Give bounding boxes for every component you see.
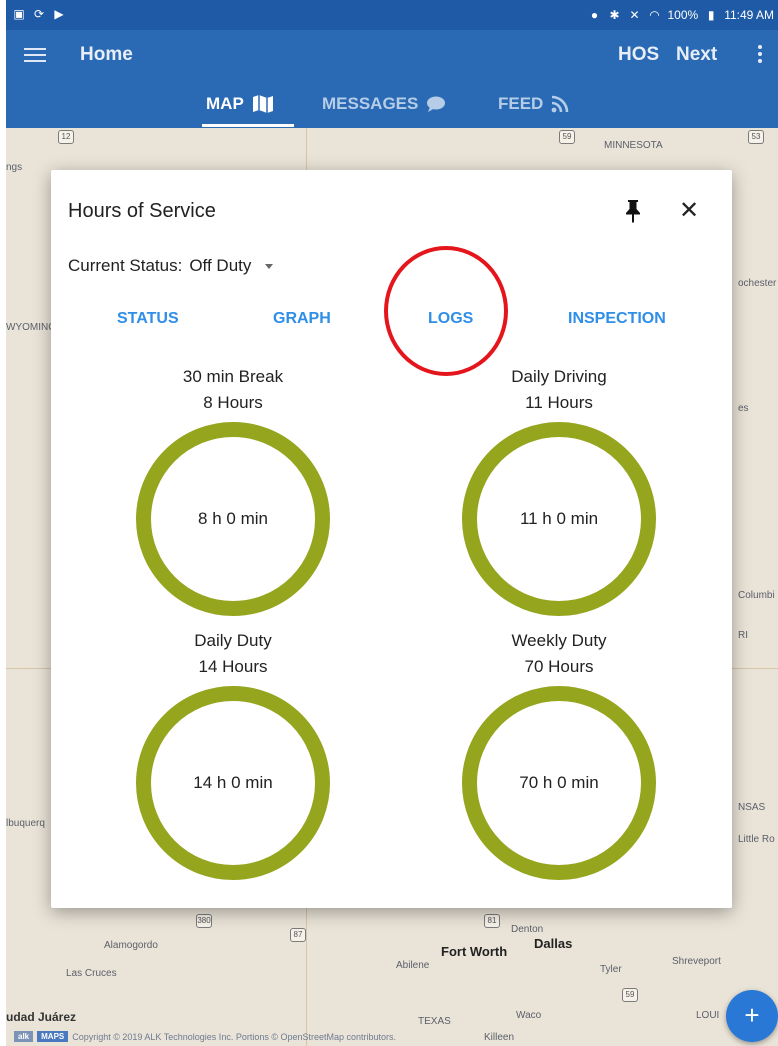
map-label-fragment: NSAS: [738, 802, 766, 813]
gauge-ring: 70 h 0 min: [462, 686, 656, 880]
map-label-abilene: Abilene: [396, 960, 430, 971]
tab-feed-label: FEED: [498, 94, 544, 113]
map-label-fragment: ngs: [6, 162, 23, 173]
clock: 11:49 AM: [724, 8, 774, 22]
tab-messages-label: MESSAGES: [322, 94, 419, 113]
current-status-label: Current Status:: [68, 256, 183, 275]
gauge-limit: 8 Hours: [203, 393, 263, 412]
page-title: Home: [80, 44, 133, 65]
location-icon: ●: [590, 8, 599, 22]
gauge-title: Daily Driving: [511, 367, 607, 386]
map-label-minnesota: MINNESOTA: [604, 140, 663, 151]
gauge-title: 30 min Break: [182, 367, 284, 386]
hos-button[interactable]: HOS: [618, 44, 659, 66]
route-shield: 59: [559, 130, 575, 144]
battery-percent: 100%: [667, 8, 699, 22]
gauge-daily-driving: Daily Driving 11 Hours 11 h 0 min: [459, 364, 659, 616]
route-shield: 59: [622, 988, 638, 1002]
overflow-menu-icon[interactable]: [758, 45, 764, 67]
app-bar: Home HOS Next MAP MESSAGES FEED: [6, 30, 778, 128]
status-dropdown-value: Off Duty: [189, 256, 252, 275]
pin-icon[interactable]: [621, 198, 645, 224]
gauge-remaining: 70 h 0 min: [519, 773, 599, 792]
main-tabs: MAP MESSAGES FEED: [6, 88, 778, 128]
wifi-icon: ◠: [649, 8, 660, 22]
tab-graph[interactable]: GRAPH: [273, 310, 331, 328]
map-label-little-rock: Little Ro: [738, 834, 775, 845]
chat-icon: [427, 96, 446, 112]
map-label-fragment: es: [738, 403, 749, 414]
route-shield: 81: [484, 914, 500, 928]
battery-icon: ▮: [707, 8, 715, 22]
map-label-las-cruces: Las Cruces: [66, 968, 117, 979]
sync-notification-icon: ⟳: [33, 7, 45, 21]
status-bar-left: ▣ ⟳ ▶: [12, 7, 66, 21]
tab-feed[interactable]: FEED: [498, 94, 569, 114]
gauge-30-min-break: 30 min Break 8 Hours 8 h 0 min: [133, 364, 333, 616]
map-label-wyoming: WYOMING: [6, 322, 56, 333]
chevron-down-icon: [265, 263, 274, 269]
gauge-daily-duty: Daily Duty 14 Hours 14 h 0 min: [133, 628, 333, 880]
gauge-limit: 14 Hours: [198, 657, 268, 676]
tab-logs[interactable]: LOGS: [428, 310, 473, 328]
tab-map-label: MAP: [206, 94, 244, 113]
add-fab-button[interactable]: +: [726, 990, 778, 1042]
gauge-title: Weekly Duty: [511, 631, 607, 650]
tab-status[interactable]: STATUS: [117, 310, 179, 328]
map-label-denton: Denton: [511, 924, 544, 935]
map-label-alamogordo: Alamogordo: [104, 940, 158, 951]
map-label-waco: Waco: [516, 1010, 542, 1021]
gauge-ring: 8 h 0 min: [136, 422, 330, 616]
play-notification-icon: ▶: [54, 7, 64, 21]
alk-logo: alk: [14, 1031, 34, 1042]
current-status-row: Current Status: Off Duty: [68, 256, 274, 276]
hamburger-menu-icon[interactable]: [24, 44, 46, 66]
map-label-dallas: Dallas: [534, 936, 573, 951]
gauge-limit: 70 Hours: [524, 657, 594, 676]
gauge-ring: 14 h 0 min: [136, 686, 330, 880]
tab-map[interactable]: MAP: [206, 94, 274, 114]
gauge-ring: 11 h 0 min: [462, 422, 656, 616]
tab-messages[interactable]: MESSAGES: [322, 94, 448, 114]
map-label-albuquerque: lbuquerq: [6, 818, 45, 829]
hos-dialog: Hours of Service ✕ Current Status: Off D…: [51, 170, 732, 908]
gauge-remaining: 11 h 0 min: [519, 509, 599, 528]
map-label-killeen: Killeen: [484, 1032, 515, 1043]
rss-icon: [551, 95, 569, 113]
status-dropdown[interactable]: Off Duty: [189, 256, 274, 276]
map-label-rochester: ochester: [738, 278, 777, 289]
map-label-texas: TEXAS: [418, 1016, 451, 1027]
map-label-fragment: LOUI: [696, 1010, 720, 1021]
status-bar: ▣ ⟳ ▶ ● ✱ ✕ ◠ 100% ▮ 11:49 AM: [6, 0, 778, 30]
route-shield: 87: [290, 928, 306, 942]
active-tab-indicator: [202, 124, 294, 127]
map-label-fort-worth: Fort Worth: [441, 944, 508, 959]
map-label-shreveport: Shreveport: [672, 956, 721, 967]
tab-inspection[interactable]: INSPECTION: [568, 310, 666, 328]
map-icon: [252, 95, 273, 113]
gauge-weekly-duty: Weekly Duty 70 Hours 70 h 0 min: [459, 628, 659, 880]
map-label-tyler: Tyler: [600, 964, 622, 975]
close-icon[interactable]: ✕: [676, 198, 702, 224]
route-shield: 12: [58, 130, 74, 144]
gauge-limit: 11 Hours: [525, 393, 593, 412]
bluetooth-icon: ✱: [609, 8, 620, 22]
dialog-title: Hours of Service: [68, 200, 216, 222]
route-shield: 53: [748, 130, 764, 144]
photo-notification-icon: ▣: [13, 7, 25, 21]
gauge-remaining: 8 h 0 min: [198, 509, 268, 528]
map-label-fragment: RI: [738, 630, 748, 641]
next-button[interactable]: Next: [676, 44, 717, 66]
maps-badge: MAPS: [37, 1031, 69, 1042]
map-label-columbia: Columbi: [738, 590, 775, 601]
map-label-ciudad-juarez: udad Juárez: [6, 1010, 77, 1024]
copyright-text: Copyright © 2019 ALK Technologies Inc. P…: [72, 1031, 397, 1042]
gauge-remaining: 14 h 0 min: [193, 773, 273, 792]
status-bar-right: ● ✱ ✕ ◠ 100% ▮ 11:49 AM: [587, 8, 774, 22]
mute-icon: ✕: [629, 8, 640, 22]
route-shield: 380: [196, 914, 212, 928]
gauge-title: Daily Duty: [194, 631, 272, 650]
map-attribution: alk MAPS Copyright © 2019 ALK Technologi…: [14, 1031, 396, 1042]
